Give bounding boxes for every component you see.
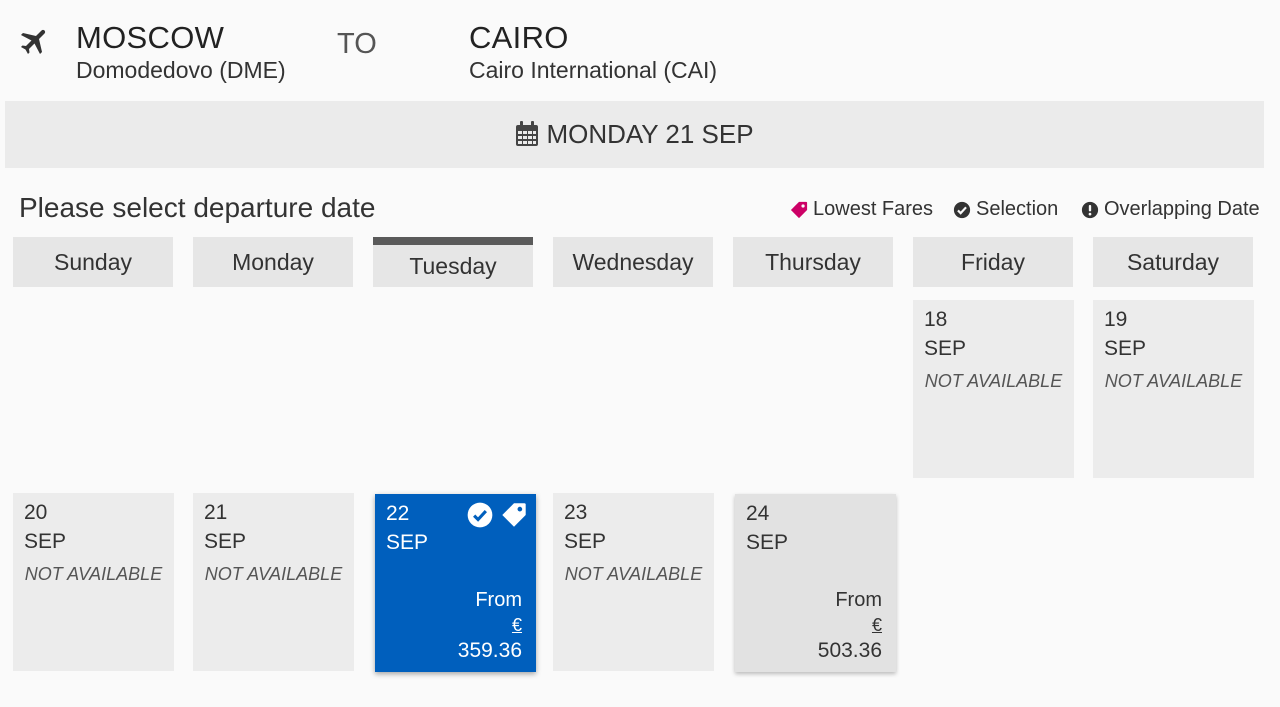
weekday-tuesday: Tuesday — [373, 237, 533, 287]
day-month: SEP — [564, 530, 607, 553]
legend-overlapping: Overlapping Date — [1081, 198, 1260, 221]
legend-lowest-fares: Lowest Fares — [790, 198, 933, 221]
route-header: MOSCOW Domodedovo (DME) TO CAIRO Cairo I… — [0, 0, 1280, 100]
calendar-day-23: 23 SEP NOT AVAILABLE — [553, 493, 714, 671]
not-available-label: NOT AVAILABLE — [24, 564, 163, 584]
day-number: 22 — [386, 502, 410, 525]
day-month: SEP — [1104, 337, 1147, 360]
weekday-monday: Monday — [193, 237, 353, 287]
check-circle-icon — [467, 502, 493, 528]
check-circle-icon — [953, 201, 971, 218]
page-title: Please select departure date — [19, 192, 376, 223]
exclamation-circle-icon — [1081, 201, 1099, 218]
selected-date-label: MONDAY 21 SEP — [546, 119, 754, 149]
calendar-day-18: 18 SEP NOT AVAILABLE — [913, 300, 1074, 478]
fare-price: 503.36 — [817, 639, 882, 662]
day-month: SEP — [746, 531, 789, 554]
tag-icon — [502, 503, 526, 527]
calendar-day-20: 20 SEP NOT AVAILABLE — [13, 493, 174, 671]
destination-airport: Cairo International (CAI) — [469, 57, 717, 83]
not-available-label: NOT AVAILABLE — [1104, 371, 1243, 391]
origin-airport: Domodedovo (DME) — [76, 57, 286, 83]
fare-from-label: From — [475, 589, 522, 611]
tag-icon — [790, 201, 808, 218]
day-month: SEP — [204, 530, 247, 553]
calendar-day-21: 21 SEP NOT AVAILABLE — [193, 493, 354, 671]
day-number: 24 — [746, 502, 770, 525]
legend-lowest-fares-label: Lowest Fares — [813, 198, 934, 220]
day-month: SEP — [24, 530, 67, 553]
weekday-friday: Friday — [913, 237, 1073, 287]
calendar-day-22[interactable]: 22 SEP From € 359.36 — [375, 494, 536, 672]
weekday-sunday: Sunday — [13, 237, 173, 287]
not-available-label: NOT AVAILABLE — [564, 564, 703, 584]
not-available-label: NOT AVAILABLE — [924, 371, 1063, 391]
to-label: TO — [337, 28, 377, 60]
day-number: 21 — [204, 501, 228, 524]
fare-from-label: From — [835, 589, 882, 611]
day-number: 20 — [24, 501, 48, 524]
origin-city: MOSCOW — [76, 20, 225, 55]
day-number: 19 — [1104, 308, 1128, 331]
weekday-thursday: Thursday — [733, 237, 893, 287]
calendar-day-24[interactable]: 24 SEP From € 503.36 — [735, 494, 896, 672]
day-badges — [467, 502, 527, 528]
day-month: SEP — [924, 337, 967, 360]
fare-currency: € — [511, 615, 522, 635]
destination-city: CAIRO — [469, 20, 569, 55]
legend-selection: Selection — [953, 198, 1058, 221]
legend-overlapping-label: Overlapping Date — [1104, 198, 1260, 220]
legend-selection-label: Selection — [976, 198, 1059, 220]
weekday-saturday: Saturday — [1093, 237, 1253, 287]
weekday-wednesday: Wednesday — [553, 237, 713, 287]
calendar-day-19: 19 SEP NOT AVAILABLE — [1093, 300, 1254, 478]
fare-currency: € — [871, 615, 882, 635]
calendar-icon — [516, 120, 539, 146]
selected-date-bar[interactable]: MONDAY 21 SEP — [5, 101, 1264, 168]
day-number: 18 — [924, 308, 948, 331]
airplane-icon — [20, 29, 46, 55]
day-number: 23 — [564, 501, 588, 524]
day-month: SEP — [386, 531, 429, 554]
not-available-label: NOT AVAILABLE — [204, 564, 343, 584]
fare-price: 359.36 — [457, 639, 522, 662]
